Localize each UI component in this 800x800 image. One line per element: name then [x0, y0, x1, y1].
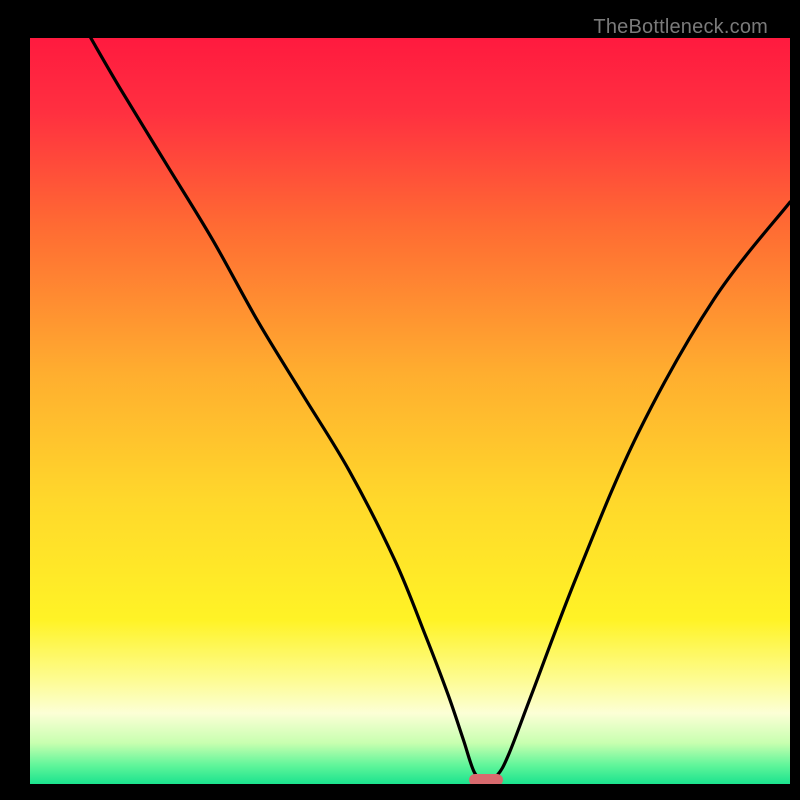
chart-frame: TheBottleneck.com — [10, 10, 790, 790]
plot-area — [30, 38, 790, 784]
bottleneck-curve — [30, 38, 790, 784]
watermark-text: TheBottleneck.com — [593, 16, 768, 39]
optimal-marker — [469, 774, 503, 784]
